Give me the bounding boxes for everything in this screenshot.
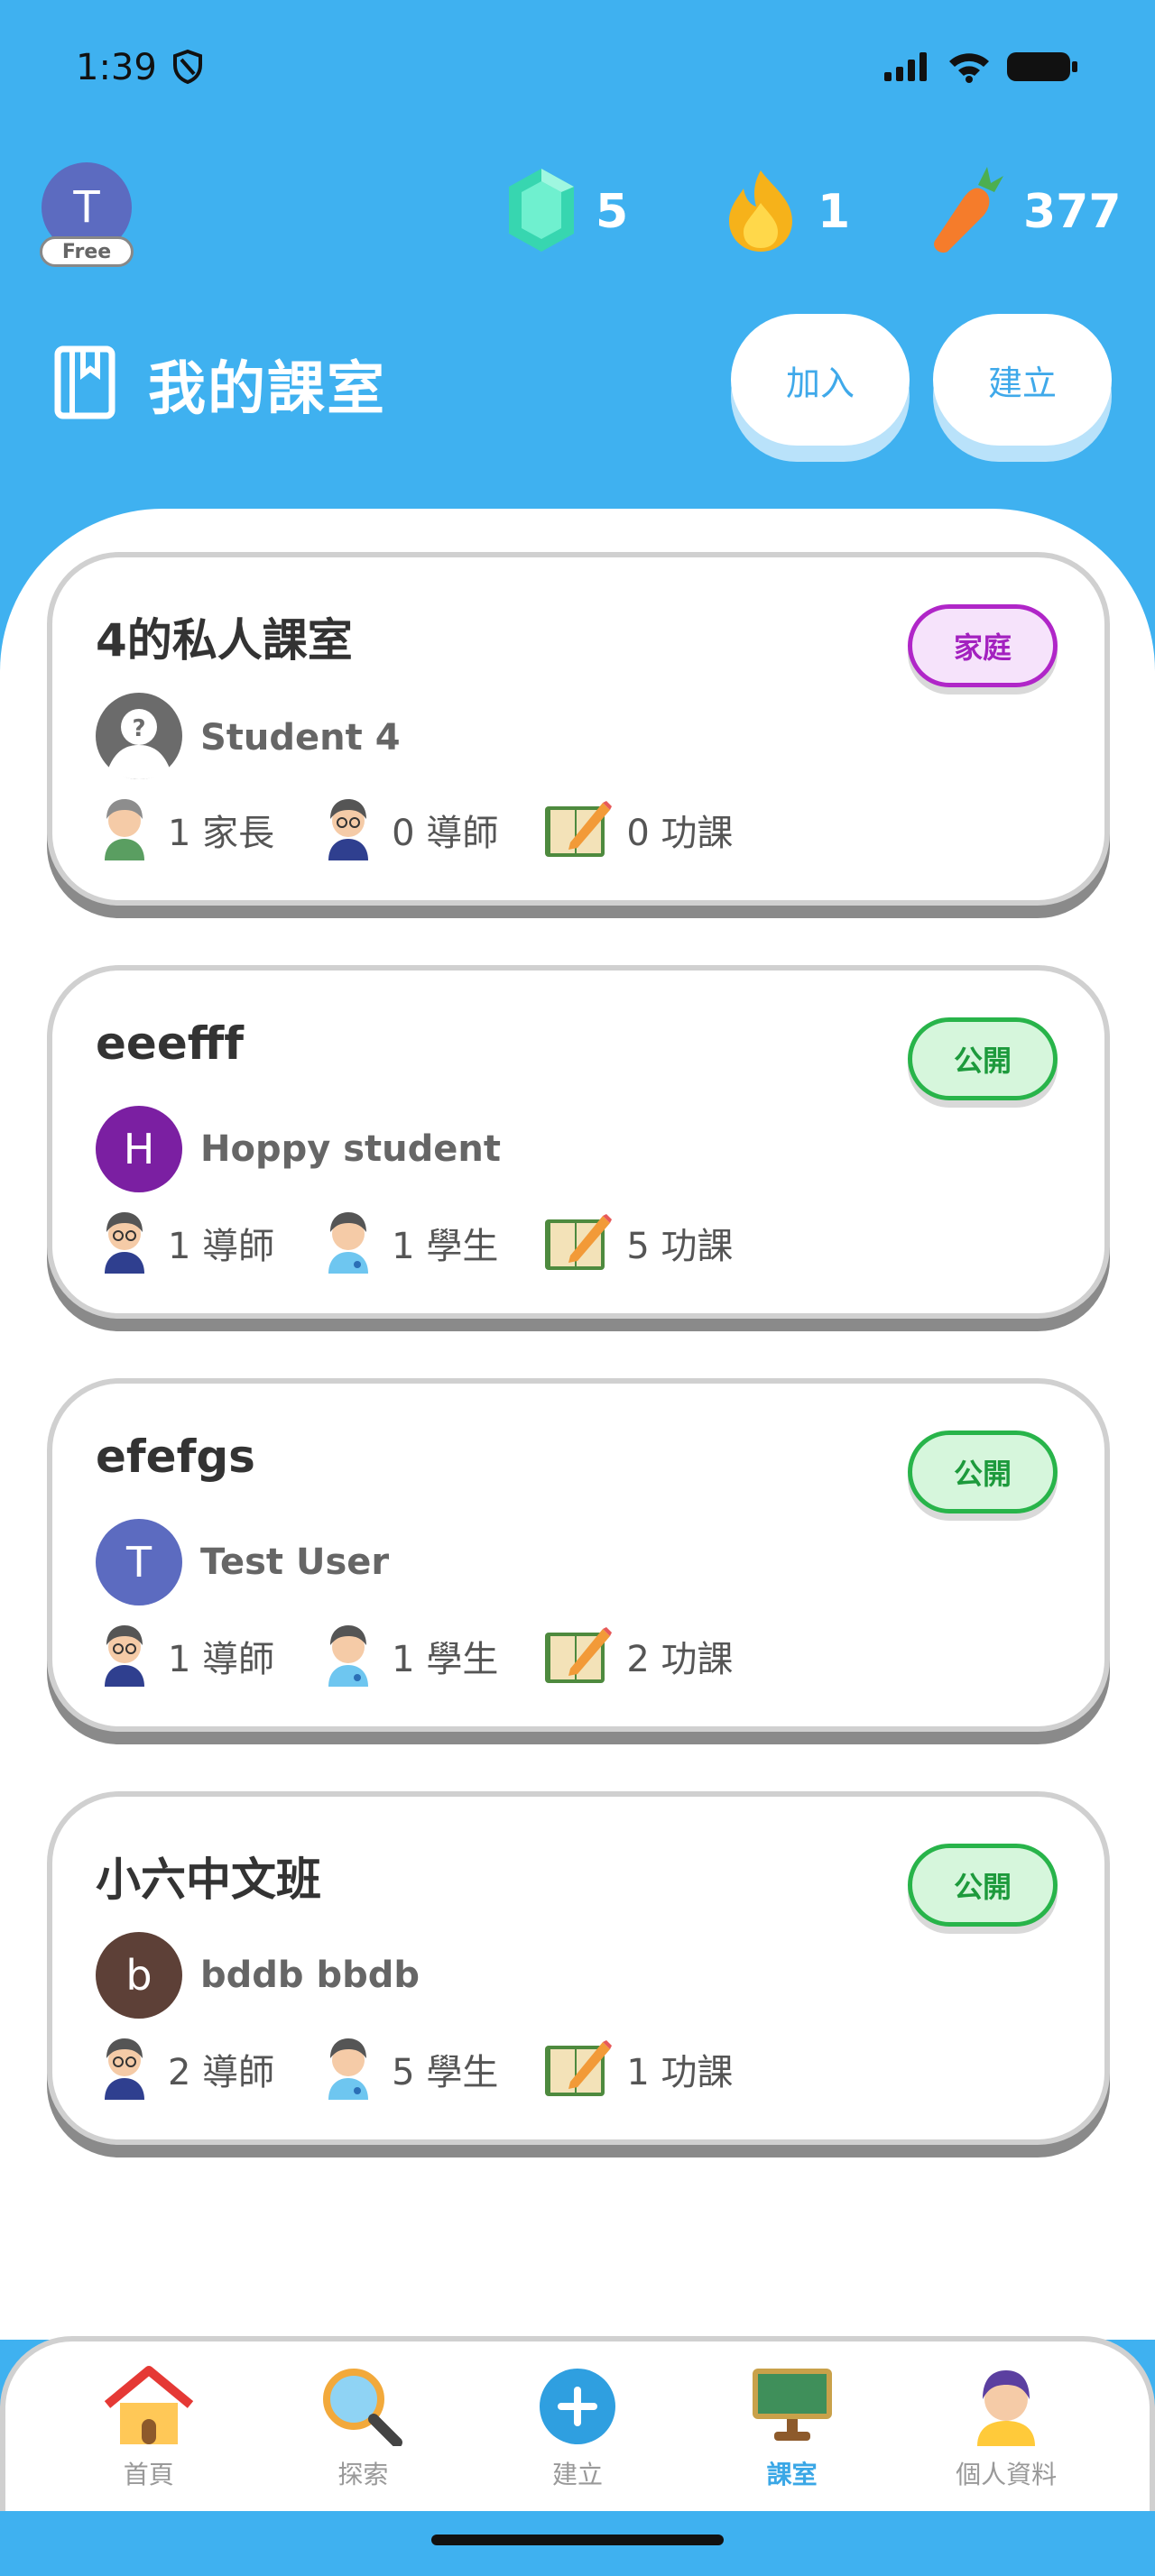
status-time: 1:39 (76, 47, 157, 88)
classroom-card[interactable]: 4的私人課室 家庭 ? Student 4 1 家長 0 導師 0 功課 (47, 552, 1110, 918)
tutors-count: 1 導師 (168, 1226, 275, 1267)
page-title: 我的課室 (148, 356, 386, 423)
page-header: 我的課室 (54, 343, 386, 426)
classroom-name: eeefff (96, 1017, 244, 1070)
homework-count: 0 功課 (626, 813, 734, 854)
create-button-label: 建立 (933, 314, 1112, 446)
owner-name: Student 4 (200, 717, 401, 759)
signal-icon (884, 52, 931, 85)
classroom-type-badge: 公開 (908, 1431, 1058, 1513)
student-icon (319, 2035, 377, 2103)
nav-classroom-label: 課室 (766, 2460, 818, 2489)
join-button-label: 加入 (731, 314, 910, 446)
tutors-count: 1 導師 (168, 1639, 275, 1680)
classroom-name: 小六中文班 (96, 1854, 321, 1906)
nav-profile[interactable]: 個人資料 (916, 2365, 1096, 2511)
unknown-user-icon: ? (96, 693, 182, 783)
classroom-type-badge: 公開 (908, 1017, 1058, 1100)
classroom-stats: 2 導師 5 學生 1 功課 (96, 2035, 779, 2103)
streak-counter[interactable]: 1 (722, 162, 850, 262)
classroom-stats: 1 導師 1 學生 2 功課 (96, 1622, 779, 1690)
homework-icon (543, 1624, 613, 1688)
homework-icon (543, 797, 613, 862)
wifi-icon (947, 51, 991, 87)
parent-icon (96, 796, 153, 864)
homework-count: 5 功課 (626, 1226, 734, 1267)
classroom-stats: 1 家長 0 導師 0 功課 (96, 796, 779, 864)
classroom-name: 4的私人課室 (96, 614, 353, 667)
tutor-icon (96, 2035, 153, 2103)
owner-name: Hoppy student (200, 1128, 501, 1170)
classroom-list: 4的私人課室 家庭 ? Student 4 1 家長 0 導師 0 功課 eee… (0, 509, 1155, 2340)
classroom-card[interactable]: eeefff 公開 H Hoppy student 1 導師 1 學生 5 功課 (47, 965, 1110, 1331)
home-indicator[interactable] (431, 2535, 724, 2545)
profile-icon (961, 2365, 1051, 2450)
nav-home-label: 首頁 (123, 2460, 174, 2489)
owner-row: T Test User (96, 1519, 389, 1605)
join-button[interactable]: 加入 (731, 314, 910, 462)
tutor-icon (319, 796, 377, 864)
owner-row: ? Student 4 (96, 693, 401, 783)
parents-count: 1 家長 (168, 813, 275, 854)
owner-row: H Hoppy student (96, 1106, 501, 1192)
carrots-value: 377 (1023, 185, 1122, 239)
blackboard-icon (747, 2365, 837, 2450)
owner-avatar: b (96, 1932, 182, 2019)
house-icon (104, 2365, 194, 2450)
homework-icon (543, 2037, 613, 2102)
streak-value: 1 (818, 185, 851, 239)
gem-icon (505, 167, 578, 257)
students-count: 5 學生 (392, 2052, 499, 2093)
plus-circle-icon (532, 2365, 623, 2450)
tutors-count: 0 導師 (392, 813, 499, 854)
classroom-stats: 1 導師 1 學生 5 功課 (96, 1209, 779, 1277)
plan-badge: Free (40, 236, 134, 267)
owner-avatar: T (96, 1519, 182, 1605)
tutor-icon (96, 1622, 153, 1690)
students-count: 1 學生 (392, 1226, 499, 1267)
magnifier-icon (318, 2365, 408, 2450)
svg-text:?: ? (132, 715, 145, 742)
nav-create-label: 建立 (551, 2460, 603, 2489)
tutors-count: 2 導師 (168, 2052, 275, 2093)
homework-count: 2 功課 (626, 1639, 734, 1680)
status-indicators (884, 51, 1079, 87)
student-icon (319, 1209, 377, 1277)
nav-profile-label: 個人資料 (956, 2460, 1058, 2489)
homework-icon (543, 1210, 613, 1275)
carrot-icon (924, 165, 1005, 259)
tutor-icon (96, 1209, 153, 1277)
classroom-card[interactable]: 小六中文班 公開 b bddb bbdb 2 導師 5 學生 1 功課 (47, 1791, 1110, 2157)
student-icon (319, 1622, 377, 1690)
status-bar: 1:39 (0, 0, 1155, 135)
classroom-name: efefgs (96, 1431, 255, 1483)
classroom-type-badge: 公開 (908, 1844, 1058, 1927)
nav-create[interactable]: 建立 (487, 2365, 668, 2511)
flame-icon (722, 167, 799, 257)
create-button[interactable]: 建立 (933, 314, 1112, 462)
classroom-type-badge: 家庭 (908, 604, 1058, 687)
gems-value: 5 (596, 185, 629, 239)
nav-explore[interactable]: 探索 (273, 2365, 453, 2511)
owner-name: bddb bbdb (200, 1955, 420, 1996)
nav-classroom[interactable]: 課室 (702, 2365, 882, 2511)
book-icon (54, 345, 116, 423)
homework-count: 1 功課 (626, 2052, 734, 2093)
owner-row: b bddb bbdb (96, 1932, 420, 2019)
carrots-counter[interactable]: 377 (924, 162, 1122, 262)
nav-explore-label: 探索 (337, 2460, 389, 2489)
gems-counter[interactable]: 5 (505, 162, 628, 262)
owner-avatar: H (96, 1106, 182, 1192)
nav-home[interactable]: 首頁 (59, 2365, 239, 2511)
classroom-card[interactable]: efefgs 公開 T Test User 1 導師 1 學生 2 功課 (47, 1378, 1110, 1744)
students-count: 1 學生 (392, 1639, 499, 1680)
shield-icon (171, 49, 204, 88)
bottom-nav: 首頁 探索 建立 課室 個人資料 (0, 2336, 1155, 2511)
owner-name: Test User (200, 1541, 390, 1583)
battery-icon (1007, 51, 1079, 87)
user-avatar[interactable]: T Free (40, 162, 134, 267)
